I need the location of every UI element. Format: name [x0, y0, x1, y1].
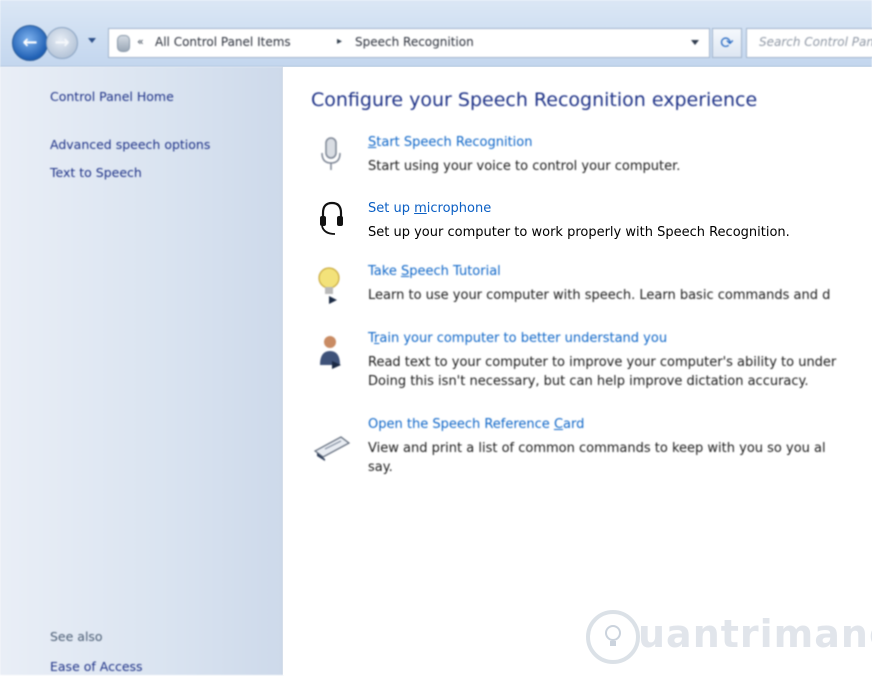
task-set-up-microphone: Set up microphone Set up your computer t… [283, 187, 872, 249]
headset-icon [320, 201, 343, 235]
address-bar: ← → « All Control Panel Items ▸ Speech R… [0, 0, 872, 67]
ease-of-access-link[interactable]: Ease of Access [50, 659, 143, 674]
recent-pages-chevron-down-icon[interactable] [88, 38, 96, 43]
task-description: Read text to your computer to improve yo… [368, 355, 837, 370]
forward-button[interactable]: → [46, 27, 78, 59]
task-start-speech-recognition: Start Speech Recognition Start using you… [283, 135, 872, 187]
main-content: Configure your Speech Recognition experi… [283, 67, 872, 675]
refresh-icon: ⟳ [720, 33, 734, 52]
task-speech-reference-card: Open the Speech Reference Card View and … [283, 417, 872, 481]
open-speech-reference-card-link[interactable]: Open the Speech Reference Card [368, 417, 584, 432]
search-placeholder: Search Control Panel [759, 35, 872, 49]
task-description-line2: say. [368, 460, 393, 475]
text-to-speech-link[interactable]: Text to Speech [50, 165, 142, 180]
task-description: Learn to use your computer with speech. … [368, 288, 831, 303]
set-up-microphone-link[interactable]: Set up microphone [368, 201, 491, 216]
breadcrumb-overflow[interactable]: « [137, 35, 144, 48]
breadcrumb-speech-recognition[interactable]: Speech Recognition [355, 35, 474, 49]
watermark: uantrimang [586, 596, 872, 676]
control-panel-icon [117, 35, 130, 52]
see-also-heading: See also [50, 629, 103, 644]
breadcrumb-all-items[interactable]: All Control Panel Items [155, 35, 291, 49]
back-arrow-icon: ← [22, 32, 38, 53]
train-computer-link[interactable]: Train your computer to better understand… [368, 331, 667, 346]
page-title: Configure your Speech Recognition experi… [311, 89, 758, 111]
task-train-computer: Train your computer to better understand… [283, 331, 872, 395]
control-panel-home-link[interactable]: Control Panel Home [50, 89, 174, 104]
forward-arrow-icon: → [54, 32, 70, 53]
task-description: Set up your computer to work properly wi… [368, 225, 790, 240]
microphone-icon [321, 137, 341, 170]
search-input[interactable]: Search Control Panel [746, 28, 872, 58]
breadcrumb-separator-icon[interactable]: ▸ [337, 36, 342, 47]
advanced-speech-options-link[interactable]: Advanced speech options [50, 137, 210, 152]
reference-card-icon [313, 436, 351, 461]
refresh-button[interactable]: ⟳ [712, 28, 742, 58]
back-button[interactable]: ← [12, 25, 48, 61]
watermark-bulb-icon [605, 625, 621, 646]
watermark-text: uantrimang [638, 612, 872, 656]
navigation-pane: Control Panel Home Advanced speech optio… [0, 67, 283, 675]
start-speech-recognition-link[interactable]: Start Speech Recognition [368, 135, 532, 150]
lightbulb-icon [318, 267, 340, 304]
task-description: View and print a list of common commands… [368, 441, 826, 456]
task-take-speech-tutorial: Take Speech Tutorial Learn to use your c… [283, 264, 872, 316]
take-speech-tutorial-link[interactable]: Take Speech Tutorial [368, 264, 501, 279]
task-description: Start using your voice to control your c… [368, 159, 681, 174]
user-training-icon [320, 336, 341, 369]
task-description-line2: Doing this isn't necessary, but can help… [368, 374, 809, 389]
address-history-chevron-down-icon[interactable] [691, 40, 699, 45]
watermark-logo-icon [586, 610, 640, 664]
address-field[interactable]: « All Control Panel Items ▸ Speech Recog… [108, 28, 710, 58]
